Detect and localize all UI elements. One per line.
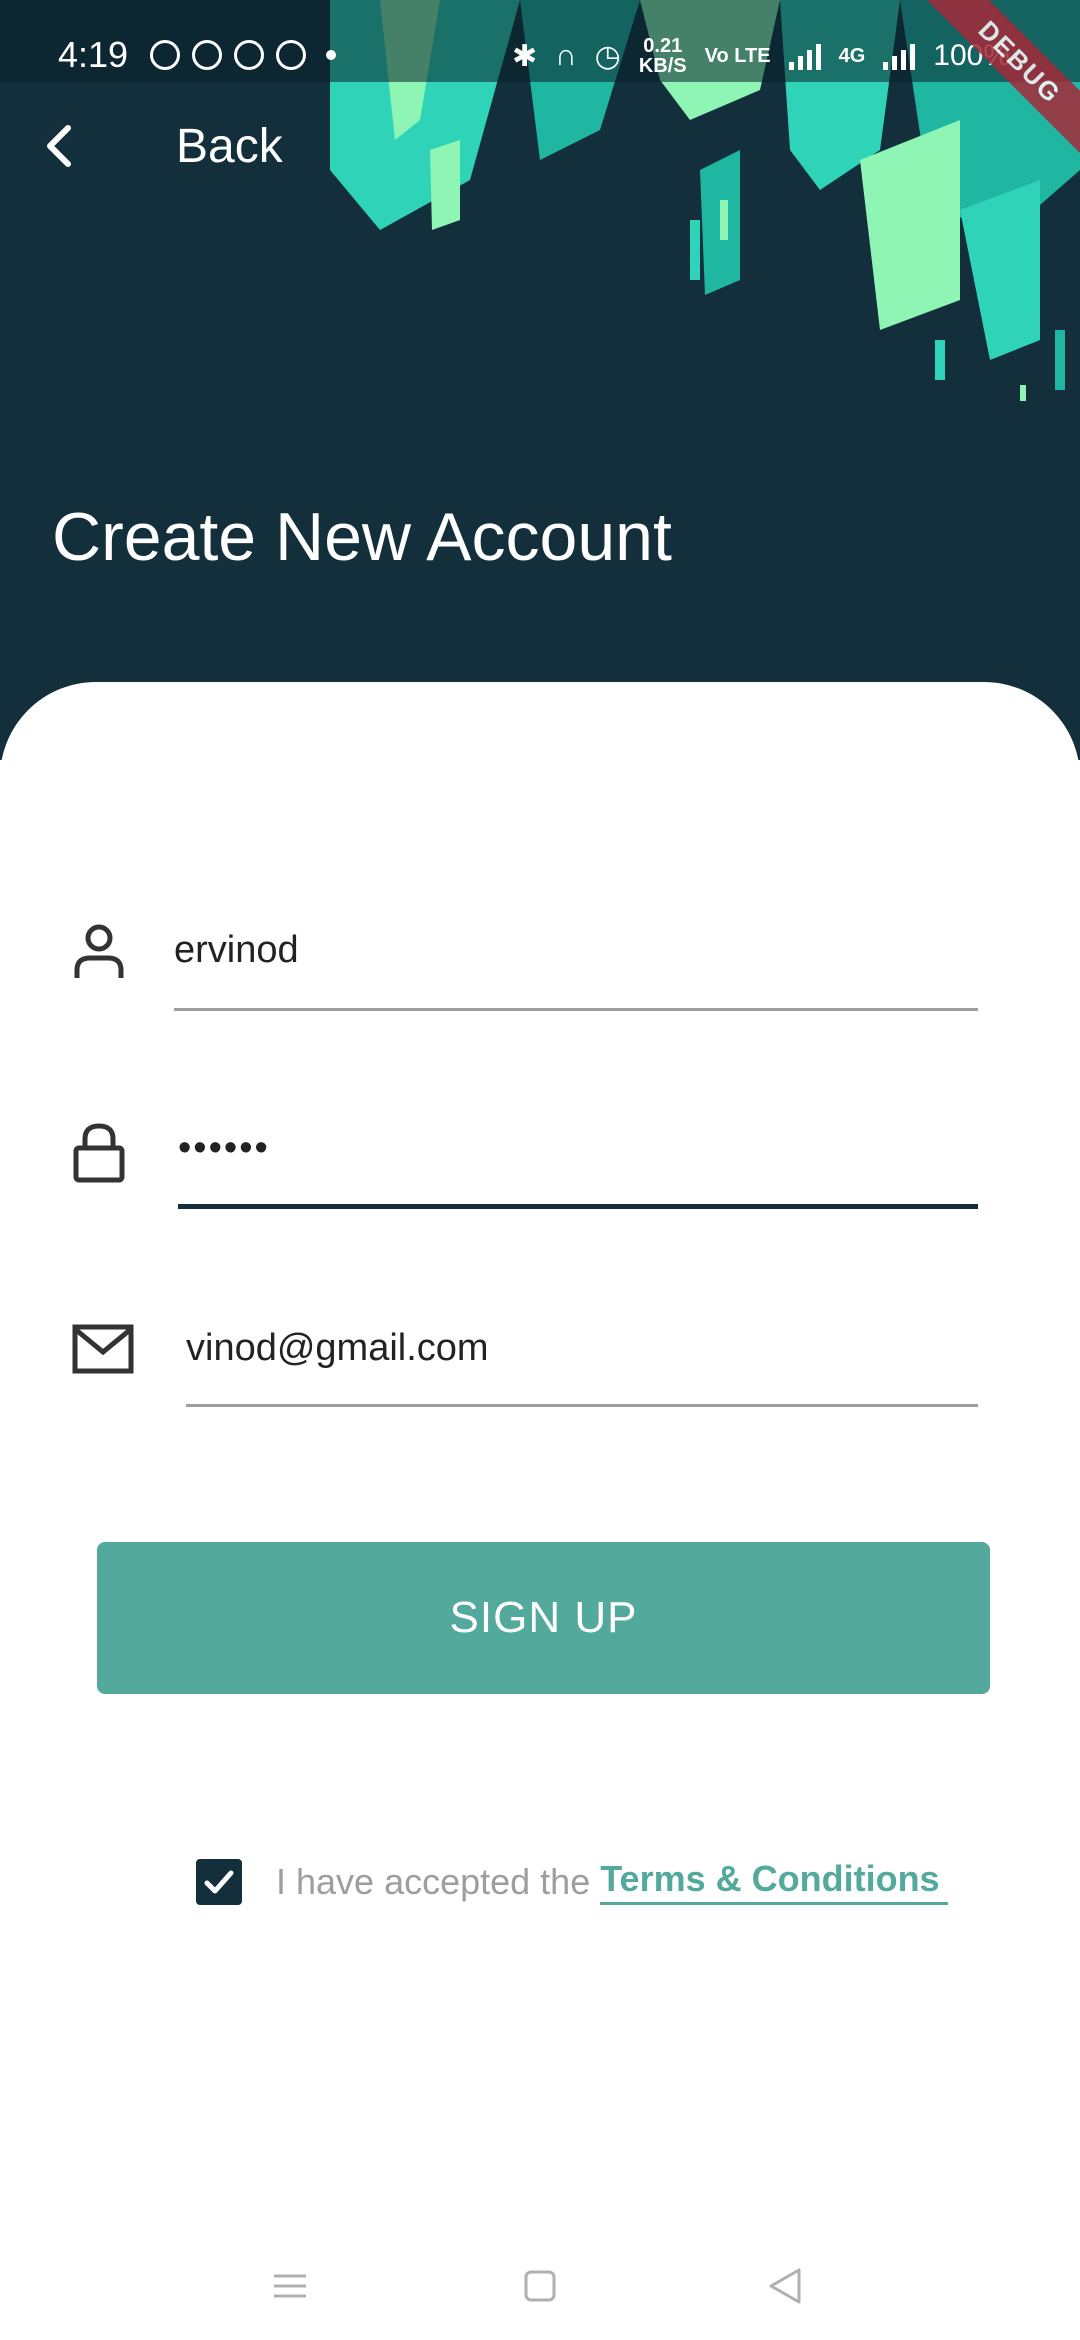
email-underline [186, 1404, 978, 1407]
email-input[interactable] [186, 1318, 976, 1378]
page-title: Create New Account [52, 499, 672, 575]
username-underline [174, 1008, 978, 1011]
status-time: 4:19 [58, 34, 129, 75]
sign-up-button[interactable]: SIGN UP [97, 1542, 990, 1694]
back-triangle-icon[interactable] [765, 2266, 805, 2306]
telegram-icon [192, 40, 222, 70]
system-nav-bar [0, 2250, 1080, 2340]
check-icon [204, 1870, 234, 1893]
terms-prefix: I have accepted the [276, 1860, 591, 1902]
password-input[interactable] [178, 1118, 978, 1178]
network-type: 4G [838, 45, 866, 67]
terms-checkbox[interactable] [196, 1858, 242, 1905]
network-speed: 0.21 KB/S [638, 35, 687, 77]
jio-icon [234, 40, 264, 70]
home-square-icon[interactable] [520, 2266, 560, 2306]
status-indicators: ✱ ∩ ◷ 0.21 KB/S Vo LTE 4G 100% [512, 36, 1010, 76]
headphones-icon: ∩ [555, 39, 577, 72]
bluetooth-icon: ✱ [511, 39, 538, 73]
person-icon [74, 924, 124, 978]
username-input[interactable] [174, 920, 974, 980]
password-field [0, 1098, 1080, 1218]
terms-row: I have accepted the Terms & Conditions [196, 1858, 948, 1905]
email-field [0, 1298, 1080, 1418]
password-underline [178, 1204, 978, 1209]
lock-icon [73, 1123, 125, 1183]
back-label: Back [176, 119, 283, 173]
notification-icons [150, 40, 336, 70]
terms-conditions-link[interactable]: Terms & Conditions [600, 1858, 948, 1905]
menu-icon[interactable] [270, 2266, 310, 2306]
alarm-icon: ◷ [594, 39, 621, 73]
more-notifications-dot-icon [326, 50, 336, 60]
username-field [0, 900, 1080, 1020]
volte-indicator: Vo LTE [704, 45, 771, 67]
back-arrow-icon [47, 125, 71, 167]
back-button[interactable]: Back [40, 118, 283, 174]
app-notification-icon [276, 40, 306, 70]
signal-strength-icon [788, 42, 821, 70]
signal-strength-2-icon [883, 42, 916, 70]
whatsapp-icon [150, 40, 180, 70]
status-bar: 4:19 ✱ ∩ ◷ 0.21 KB/S Vo LTE 4G 100% [0, 0, 1080, 82]
mail-icon [72, 1324, 134, 1374]
header-banner: 4:19 ✱ ∩ ◷ 0.21 KB/S Vo LTE 4G 100% DEBU… [0, 0, 1080, 760]
